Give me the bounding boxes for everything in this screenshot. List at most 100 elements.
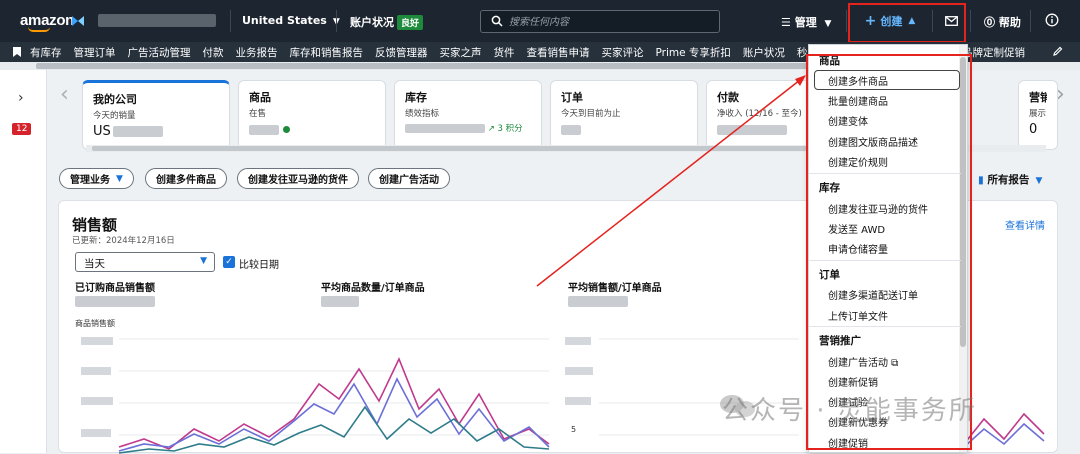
menu-item[interactable]: 创建多渠道配送订单 [828, 287, 918, 302]
caret-down-icon: ▼ [1035, 176, 1043, 186]
status-dot-icon [283, 126, 291, 133]
card-title: 我的公司 [93, 93, 137, 106]
nav-item[interactable]: 有库存 [30, 45, 62, 60]
nav-item[interactable]: 反馈管理器 [375, 45, 428, 60]
card-my-business[interactable]: 我的公司 今天的销量 US [82, 80, 230, 150]
scrollbar-thumb[interactable] [960, 57, 966, 347]
nav-item[interactable]: 账户状况 [743, 45, 785, 60]
manage-business-dropdown[interactable]: 管理业务 ▼ [59, 168, 134, 189]
card-value [249, 122, 375, 137]
expand-chevron-icon[interactable]: › [18, 90, 24, 106]
compare-date-checkbox[interactable]: ✓ [223, 256, 235, 268]
period-select[interactable]: 当天 ▼ [75, 252, 215, 272]
card-inventory[interactable]: 库存 绩效指标 ↗ 3 积分 [394, 80, 542, 150]
metric-ordered-sales: 已订购商品销售额 [75, 283, 155, 294]
card-value: US [93, 124, 219, 139]
plus-icon: + [864, 13, 877, 29]
panel-title: 销售额 [72, 216, 118, 234]
caret-down-icon: ▼ [824, 19, 832, 29]
create-multiple-products-button[interactable]: 创建多件商品 [145, 168, 227, 189]
card-title: 商品 [249, 91, 271, 104]
menu-item[interactable]: 创建试验 [828, 394, 868, 409]
nav-item[interactable]: 查看销售申请 [527, 45, 590, 60]
card-title: 库存 [405, 91, 427, 104]
card-orders[interactable]: 订单 今天到目前为止 [550, 80, 698, 150]
nav-item[interactable]: 业务报告 [236, 45, 278, 60]
nav-item[interactable]: 管理订单 [74, 45, 116, 60]
caret-down-icon: ▼ [116, 173, 123, 184]
menu-item[interactable]: 创建新优惠券 [828, 414, 888, 429]
nav-item[interactable]: 库存和销售报告 [290, 45, 364, 60]
scrollbar-thumb[interactable] [36, 63, 836, 69]
search-icon [491, 15, 503, 27]
account-health[interactable]: 账户状况 良好 [350, 14, 424, 30]
nav-item[interactable]: 货件 [494, 45, 515, 60]
amazon-smile-icon [28, 27, 50, 32]
nav-item[interactable]: 广告活动管理 [128, 45, 191, 60]
menu-item[interactable]: 创建促销 [828, 435, 868, 450]
store-brand-icon [72, 16, 84, 26]
search-input[interactable] [509, 13, 709, 31]
divider [846, 10, 847, 32]
menu-item[interactable]: 上传订单文件 [828, 308, 888, 323]
redacted-value [561, 124, 581, 135]
compare-date-label: 比较日期 [239, 260, 279, 271]
menu-item[interactable]: 创建图文版商品描述 [828, 134, 918, 149]
card-marketing[interactable]: 营销 展示 0 [1018, 80, 1058, 150]
menu-section-header: 商品 [819, 55, 840, 67]
nav-item[interactable]: Prime 专享折扣 [656, 45, 731, 60]
menu-item[interactable]: 创建多件商品 [828, 73, 888, 88]
menu-item[interactable]: 创建广告活动 ⧉ [828, 354, 898, 369]
manage-menu-button[interactable]: ☰ 管理 ▼ [781, 14, 831, 30]
menu-item[interactable]: 创建新促销 [828, 374, 878, 389]
menu-section-header: 营销推广 [819, 335, 861, 347]
nav-items: 有库存 管理订单 广告活动管理 付款 业务报告 库存和销售报告 反馈管理器 买家之声 货件 查看销… [30, 45, 818, 60]
redacted-value [568, 296, 628, 307]
menu-item[interactable]: 创建变体 [828, 113, 868, 128]
chevron-left-icon[interactable]: ‹ [60, 82, 69, 107]
series-line-blue [118, 377, 550, 452]
create-dropdown-menu: 商品 创建多件商品 批量创建商品 创建变体 创建图文版商品描述 创建定价规则 库存 创建发往亚… [808, 44, 968, 453]
notification-badge[interactable]: 12 [12, 123, 32, 135]
create-campaign-button[interactable]: 创建广告活动 [368, 168, 450, 189]
chevron-right-icon[interactable]: › [1056, 82, 1065, 107]
view-details-link[interactable]: 查看详情 [1005, 217, 1045, 232]
info-icon[interactable] [1045, 13, 1059, 27]
messages-button[interactable] [938, 6, 964, 36]
divider [932, 10, 933, 32]
nav-item[interactable]: 买家之声 [440, 45, 482, 60]
create-menu-button[interactable]: + 创建 ▲ [852, 6, 928, 36]
nav-item-brand-promo[interactable]: 品牌定制促销 [962, 45, 1025, 60]
chart-gridlines [119, 338, 799, 436]
card-products[interactable]: 商品 在售 [238, 80, 386, 150]
create-shipment-button[interactable]: 创建发往亚马逊的货件 [237, 168, 359, 189]
scrollbar-thumb[interactable] [92, 146, 812, 151]
series-line-blue-right [963, 422, 1045, 448]
menu-item[interactable]: 创建发往亚马逊的货件 [828, 201, 928, 216]
divider [336, 10, 337, 32]
bookmark-icon [13, 47, 21, 57]
left-rail: › 12 [0, 70, 47, 453]
all-reports-dropdown[interactable]: ▮ 所有报告 ▼ [978, 172, 1042, 187]
card-title: 营销 [1029, 91, 1047, 104]
menu-item[interactable]: 批量创建商品 [828, 93, 888, 108]
menu-item[interactable]: 发送至 AWD [828, 221, 885, 236]
account-name-redacted[interactable] [98, 14, 216, 27]
card-subtitle: 今天到目前为止 [561, 109, 621, 119]
help-button[interactable]: ⓪ 帮助 [984, 14, 1021, 30]
nav-item[interactable]: 付款 [203, 45, 224, 60]
search-box[interactable] [480, 10, 720, 33]
mail-icon [944, 16, 958, 26]
divider [230, 10, 231, 32]
caret-up-icon: ▲ [908, 16, 916, 26]
marketplace-selector[interactable]: United States▼ [242, 14, 340, 27]
pencil-icon[interactable] [1052, 46, 1063, 57]
menu-item[interactable]: 申请仓储容量 [828, 241, 888, 256]
caret-down-icon: ▼ [200, 256, 207, 266]
menu-item[interactable]: 创建定价规则 [828, 154, 888, 169]
nav-item[interactable]: 买家评论 [602, 45, 644, 60]
document-icon: ▮ [978, 174, 984, 186]
card-subtitle: 在售 [249, 109, 267, 119]
dropdown-scrollbar[interactable] [959, 45, 967, 452]
chart-sub-label: 商品销售额 [75, 319, 115, 328]
